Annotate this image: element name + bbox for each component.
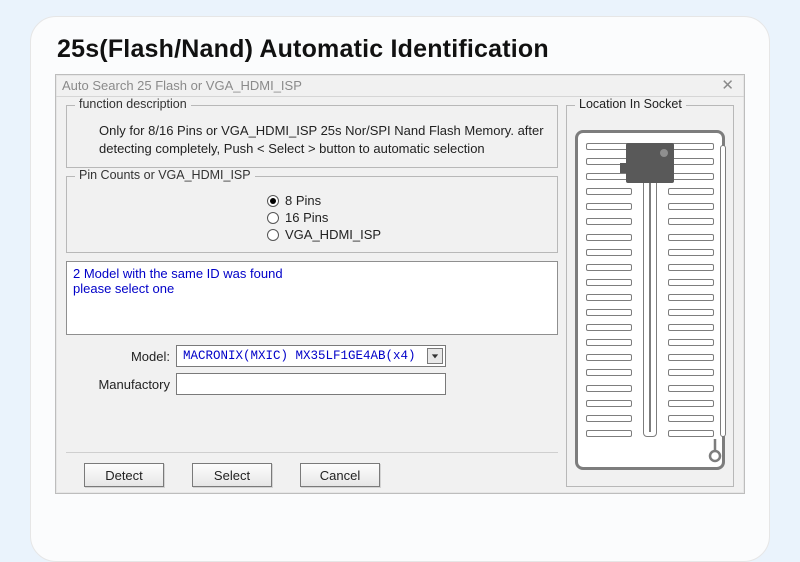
manufactory-input[interactable] (176, 373, 446, 395)
select-button[interactable]: Select (192, 463, 272, 487)
socket-pin (668, 324, 714, 331)
socket-lever-ring-icon (706, 439, 724, 463)
dialog-auto-search: Auto Search 25 Flash or VGA_HDMI_ISP ✕ f… (55, 74, 745, 494)
socket-pin (586, 279, 632, 286)
dialog-title: Auto Search 25 Flash or VGA_HDMI_ISP (62, 75, 302, 97)
socket-pin (586, 354, 632, 361)
radio-icon[interactable] (267, 212, 279, 224)
socket-pin (668, 354, 714, 361)
socket-pin (586, 385, 632, 392)
socket-pin (668, 339, 714, 346)
socket-pin (586, 324, 632, 331)
socket-pin (586, 369, 632, 376)
socket-pin (668, 294, 714, 301)
pin-counts-group: Pin Counts or VGA_HDMI_ISP 8 Pins16 Pins… (66, 176, 558, 253)
socket-pin (586, 294, 632, 301)
function-description-text: Only for 8/16 Pins or VGA_HDMI_ISP 25s N… (77, 120, 547, 159)
socket-pin (586, 415, 632, 422)
pin-count-option-label: VGA_HDMI_ISP (285, 227, 381, 242)
radio-icon[interactable] (267, 229, 279, 241)
model-selected-value: MACRONIX(MXIC) MX35LF1GE4AB(x4) (183, 349, 416, 363)
function-description-group: function description Only for 8/16 Pins … (66, 105, 558, 168)
socket-pin (668, 415, 714, 422)
socket-pin (668, 385, 714, 392)
function-description-legend: function description (75, 97, 191, 111)
pin-counts-legend: Pin Counts or VGA_HDMI_ISP (75, 168, 255, 182)
socket-pin (586, 430, 632, 437)
socket-pin (668, 203, 714, 210)
socket-pin (586, 309, 632, 316)
socket-pin (586, 203, 632, 210)
cancel-button[interactable]: Cancel (300, 463, 380, 487)
detect-button[interactable]: Detect (84, 463, 164, 487)
socket-pin (668, 218, 714, 225)
pin-count-option[interactable]: VGA_HDMI_ISP (267, 227, 547, 242)
socket-pin (668, 400, 714, 407)
pin-count-option[interactable]: 16 Pins (267, 210, 547, 225)
socket-pin (668, 369, 714, 376)
dialog-button-row: Detect Select Cancel (66, 452, 558, 487)
location-in-socket-group: Location In Socket (566, 105, 734, 487)
dialog-titlebar: Auto Search 25 Flash or VGA_HDMI_ISP ✕ (56, 75, 744, 97)
socket-pin (668, 264, 714, 271)
radio-icon[interactable] (267, 195, 279, 207)
chip-icon (626, 143, 674, 183)
socket-pin (668, 279, 714, 286)
socket-pin (668, 188, 714, 195)
socket-pin (586, 339, 632, 346)
manufactory-label: Manufactory (84, 377, 170, 392)
socket-pin (668, 249, 714, 256)
page-heading: 25s(Flash/Nand) Automatic Identification (57, 35, 745, 64)
socket-pin (586, 264, 632, 271)
socket-lever-slot (720, 145, 726, 437)
chevron-down-icon[interactable] (427, 348, 443, 364)
socket-pin (668, 430, 714, 437)
zif-socket-diagram (575, 130, 725, 470)
close-icon[interactable]: ✕ (717, 78, 738, 93)
location-in-socket-legend: Location In Socket (575, 97, 686, 111)
socket-pin (586, 234, 632, 241)
pin-count-option[interactable]: 8 Pins (267, 193, 547, 208)
socket-pin (586, 249, 632, 256)
pin-count-option-label: 16 Pins (285, 210, 328, 225)
socket-pin (668, 173, 714, 180)
socket-pin (586, 218, 632, 225)
model-label: Model: (84, 349, 170, 364)
socket-pin (586, 400, 632, 407)
socket-pin (668, 158, 714, 165)
socket-pin (668, 234, 714, 241)
socket-pin (668, 143, 714, 150)
detection-result-text: 2 Model with the same ID was found pleas… (66, 261, 558, 335)
socket-pin (668, 309, 714, 316)
model-dropdown[interactable]: MACRONIX(MXIC) MX35LF1GE4AB(x4) (176, 345, 446, 367)
socket-pin (586, 188, 632, 195)
socket-center-rail (643, 143, 657, 437)
pin-count-option-label: 8 Pins (285, 193, 321, 208)
